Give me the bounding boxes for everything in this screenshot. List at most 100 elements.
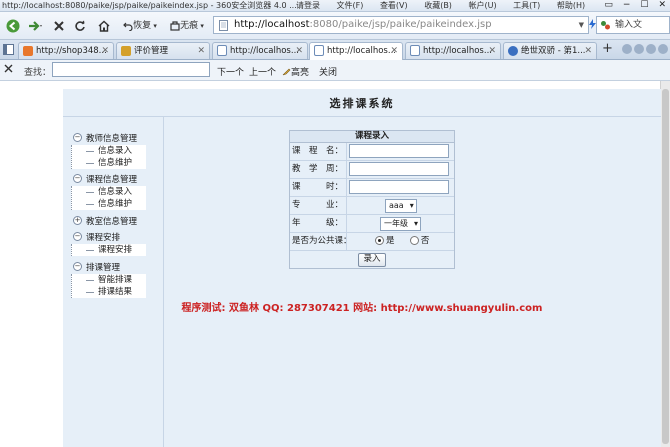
rss-icon [23,45,33,56]
tab-close-icon[interactable]: ✕ [197,43,205,59]
tab-localhost-1[interactable]: http://localhos... ✕ [212,42,308,59]
hours-input[interactable] [349,180,449,194]
back-arrow-icon [6,19,20,32]
back-button[interactable] [3,16,23,36]
row-grade: 年 级： 一年级 [290,215,454,233]
tab-evaluation[interactable]: 评价管理 ✕ [116,42,210,59]
tab-label: http://shop348... [36,46,107,56]
tab-close-icon[interactable]: ✕ [584,43,592,59]
tab-close-icon[interactable]: ✕ [101,43,109,59]
search-input[interactable]: 输入文 [596,16,670,34]
tab-localhost-3[interactable]: http://localhos... ✕ [405,42,501,59]
major-label: 专 业： [290,197,347,214]
hours-label: 课 时： [290,179,347,196]
sidebar-item-teacher-entry[interactable]: 信息录入 [72,145,146,157]
stop-button[interactable] [50,16,68,36]
find-label: 查找： [24,68,52,78]
new-tab-button[interactable]: + [602,41,613,56]
find-next-button[interactable]: 下一个 [217,65,244,78]
sidebar-item-smart-scheduling[interactable]: 智能排课 [72,274,146,286]
highlighter-icon [282,68,291,76]
incognito-label: 无痕 [180,21,199,31]
public-no-radio[interactable] [409,236,419,245]
expand-icon[interactable]: + [73,216,82,225]
login-link[interactable]: 请登录 [296,1,320,10]
sidebar-group-course[interactable]: − 课程信息管理 [73,173,137,185]
menu-tools[interactable]: 工具(T) [513,1,540,10]
menu-favorites[interactable]: 收藏(B) [424,1,452,10]
restore-window-button[interactable]: ▭ [604,0,613,10]
tab-tool-icon[interactable] [658,44,668,54]
sidebar-item-course-maintain[interactable]: 信息维护 [72,198,146,210]
find-prev-button[interactable]: 上一个 [249,65,276,78]
close-window-button[interactable]: ✕ [658,0,666,10]
refresh-icon [75,20,85,31]
collapse-icon[interactable]: − [73,232,82,241]
undo-icon [123,22,133,32]
highlight-button[interactable]: 高亮 [282,65,309,78]
page-icon [314,45,324,56]
scroll-thumb[interactable] [662,89,669,444]
sidebar-item-course-arrangement[interactable]: 课程安排 [72,244,146,256]
close-findbar-icon[interactable] [4,64,13,73]
sidebar-item-teacher-maintain[interactable]: 信息维护 [72,157,146,169]
tab-tool-icon[interactable] [622,44,632,54]
course-submenu: 信息录入 信息维护 [71,186,146,210]
sidebar-group-arrangement[interactable]: − 课程安排 [73,231,120,243]
tab-close-icon[interactable]: ✕ [488,43,496,59]
window-title: http://localhost:8080/paike/jsp/paike/pa… [2,1,297,10]
play-icon [508,45,518,56]
menu-file[interactable]: 文件(F) [337,1,364,10]
sidebar-toggle-icon[interactable] [3,44,14,55]
address-bar[interactable]: http://localhost:8080/paike/jsp/paike/pa… [213,16,589,34]
search-placeholder: 输入文 [615,20,643,30]
menu-help[interactable]: 帮助(H) [557,1,585,10]
teaching-week-input[interactable] [349,162,449,176]
row-hours: 课 时： [290,179,454,197]
restore-tab-button[interactable]: 恢复 ▾ [118,16,162,36]
sidebar-group-scheduling[interactable]: − 排课管理 [73,261,120,273]
find-input[interactable] [52,62,210,77]
find-close-button[interactable]: 关闭 [319,65,337,78]
collapse-icon[interactable]: − [73,262,82,271]
major-select[interactable]: aaa [385,199,417,213]
grade-select[interactable]: 一年级 [380,217,421,231]
menu-view[interactable]: 查看(V) [380,1,408,10]
search-engine-icon [601,21,610,30]
public-no-label: 否 [420,236,430,246]
tab-localhost-active[interactable]: http://localhos... ✕ [309,42,403,60]
arrangement-submenu: 课程安排 [71,244,146,256]
menu-account[interactable]: 帐户(U) [468,1,496,10]
collapse-icon[interactable]: − [73,174,82,183]
address-dropdown-icon[interactable]: ▼ [579,21,584,29]
maximize-button[interactable]: ☐ [640,0,648,10]
submit-button[interactable]: 录入 [358,253,386,267]
home-button[interactable] [95,16,113,36]
collapse-icon[interactable]: − [73,133,82,142]
forward-arrow-icon [29,20,42,31]
grid-icon [121,45,131,56]
minimize-button[interactable]: − [623,0,631,10]
tab-novel[interactable]: 绝世双骄 - 第1... ✕ [503,42,597,59]
course-name-input[interactable] [349,144,449,158]
page-icon [410,45,420,56]
navigation-bar: 恢复 ▾ 无痕 ▾ http://localhost:8080/paike/js… [0,12,670,40]
public-yes-radio[interactable] [375,236,384,245]
tab-tool-icon[interactable] [646,44,656,54]
speedup-button[interactable]: 加速 [589,19,596,32]
url-path: :8080/paike/jsp/paike/paikeindex.jsp [309,19,492,30]
sidebar-group-classroom[interactable]: + 教室信息管理 [73,215,137,227]
sidebar-item-scheduling-result[interactable]: 排课结果 [72,286,146,298]
incognito-button[interactable]: 无痕 ▾ [164,16,210,36]
group-label: 排课管理 [86,263,121,273]
sidebar-item-course-entry[interactable]: 信息录入 [72,186,146,198]
refresh-button[interactable] [71,16,89,36]
tab-tool-icon[interactable] [634,44,644,54]
tab-close-icon[interactable]: ✕ [295,43,303,59]
tab-shop[interactable]: http://shop348... ✕ [18,42,114,59]
incognito-icon [170,20,180,31]
vertical-scrollbar[interactable] [660,81,670,447]
tab-close-icon[interactable]: ✕ [390,43,398,59]
sidebar-group-teacher[interactable]: − 教师信息管理 [73,132,137,144]
forward-button[interactable] [23,16,47,36]
